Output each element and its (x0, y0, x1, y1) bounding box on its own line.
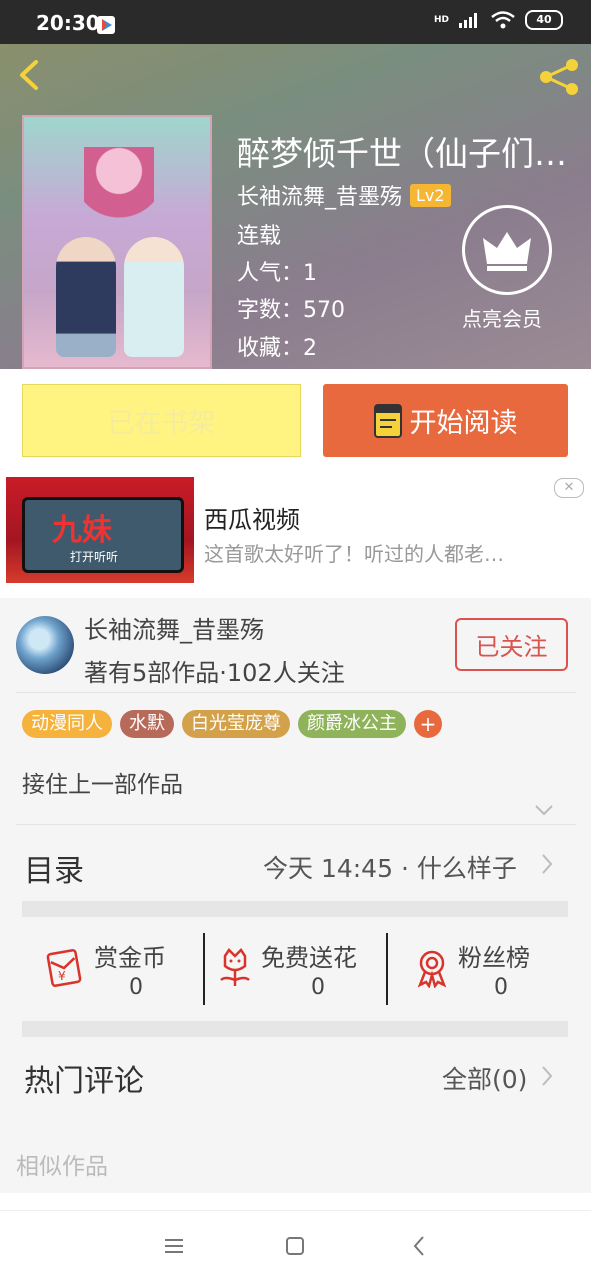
on-shelf-button[interactable]: 已在书架 (22, 384, 301, 457)
vertical-divider (386, 933, 388, 1005)
status-time: 20:30 (36, 11, 100, 35)
author-stats: 著有5部作品·102人关注 (84, 659, 345, 687)
network-label: HD (433, 15, 449, 25)
toc-label[interactable]: 目录 (24, 846, 84, 890)
medal-icon (417, 950, 447, 988)
reward-coins[interactable]: ¥ 赏金币 0 (44, 930, 194, 1010)
tag-list: 动漫同人 水默 白光莹庞尊 颜爵冰公主 + (22, 710, 442, 738)
reward-flowers[interactable]: 免费送花 0 (215, 930, 385, 1010)
vertical-divider (203, 933, 205, 1005)
book-favorites: 收藏：2 (237, 336, 317, 361)
ad-image-subtitle: 打开听听 (70, 550, 119, 564)
reward-coins-value: 0 (129, 975, 143, 1000)
tag-chip[interactable]: 白光莹庞尊 (182, 710, 290, 738)
section-separator (22, 901, 568, 917)
ad-close-button[interactable]: ✕ (554, 478, 584, 498)
divider (16, 692, 576, 693)
book-popularity: 人气：1 (237, 261, 317, 286)
tag-chip[interactable]: 颜爵冰公主 (298, 710, 406, 738)
crown-icon (483, 232, 531, 271)
chevron-right-icon[interactable] (540, 1065, 554, 1087)
author-level-badge: Lv2 (410, 183, 451, 207)
reward-flowers-label: 免费送花 (261, 944, 357, 972)
divider (16, 824, 576, 825)
book-icon (373, 403, 402, 438)
ad-description[interactable]: 这首歌太好听了！听过的人都老… (204, 538, 534, 567)
wifi-icon (491, 11, 515, 29)
reward-coins-label: 赏金币 (94, 944, 166, 972)
home-square-icon[interactable] (285, 1236, 305, 1256)
ad-image-title: 九妹 (52, 513, 112, 548)
start-reading-button[interactable]: 开始阅读 (323, 384, 568, 457)
book-word-count: 字数：570 (237, 298, 345, 323)
status-bar: 20:30 HD 40 (0, 0, 591, 44)
book-status: 连载 (237, 224, 282, 249)
reward-fans[interactable]: 粉丝榜 0 (412, 930, 562, 1010)
red-envelope-icon: ¥ (46, 949, 82, 987)
start-reading-label: 开始阅读 (409, 408, 518, 439)
followed-button[interactable]: 已关注 (455, 618, 568, 671)
reward-flowers-value: 0 (311, 975, 325, 1000)
author-avatar[interactable] (16, 616, 74, 674)
similar-works-label: 相似作品 (16, 1154, 108, 1180)
expand-chevron-icon[interactable] (534, 803, 554, 817)
back-arrow-icon[interactable] (12, 58, 46, 92)
toc-latest-chapter[interactable]: 今天 14:45 · 什么样子 (263, 849, 517, 885)
book-author[interactable]: 长袖流舞_昔墨殇 (237, 179, 402, 211)
book-cover-image[interactable] (22, 115, 212, 369)
reward-fans-value: 0 (494, 975, 508, 1000)
section-separator (22, 1021, 568, 1037)
cover-figure (56, 237, 116, 357)
book-title: 醉梦倾千世（仙子们… (237, 134, 567, 173)
vip-crown-button[interactable] (462, 205, 552, 295)
author-name[interactable]: 长袖流舞_昔墨殇 (84, 610, 264, 645)
tag-chip[interactable]: 动漫同人 (22, 710, 112, 738)
chevron-right-icon[interactable] (540, 853, 554, 875)
similar-works-list (0, 1193, 591, 1210)
book-intro: 接住上一部作品 (22, 772, 183, 798)
flower-icon (220, 948, 250, 986)
tag-chip[interactable]: 水默 (120, 710, 174, 738)
ad-image[interactable]: 九妹 打开听听 (6, 477, 194, 583)
reward-fans-label: 粉丝榜 (458, 944, 530, 972)
battery-indicator: 40 (525, 10, 563, 30)
share-icon[interactable] (538, 58, 580, 96)
menu-icon[interactable] (163, 1237, 185, 1255)
play-store-icon (97, 16, 115, 34)
system-nav-bar (0, 1210, 591, 1281)
all-comments-link[interactable]: 全部(0) (442, 1060, 527, 1096)
add-tag-button[interactable]: + (414, 710, 442, 738)
svg-text:¥: ¥ (58, 969, 66, 983)
status-indicators: HD 40 (434, 10, 563, 30)
book-author-line[interactable]: 长袖流舞_昔墨殇 Lv2 (237, 179, 451, 211)
hot-comments-label: 热门评论 (24, 1064, 144, 1099)
cover-figure (124, 237, 184, 357)
nav-back-icon[interactable] (411, 1235, 427, 1257)
vip-label[interactable]: 点亮会员 (462, 303, 542, 332)
signal-icon (459, 13, 477, 28)
ad-title[interactable]: 西瓜视频 (204, 500, 300, 535)
